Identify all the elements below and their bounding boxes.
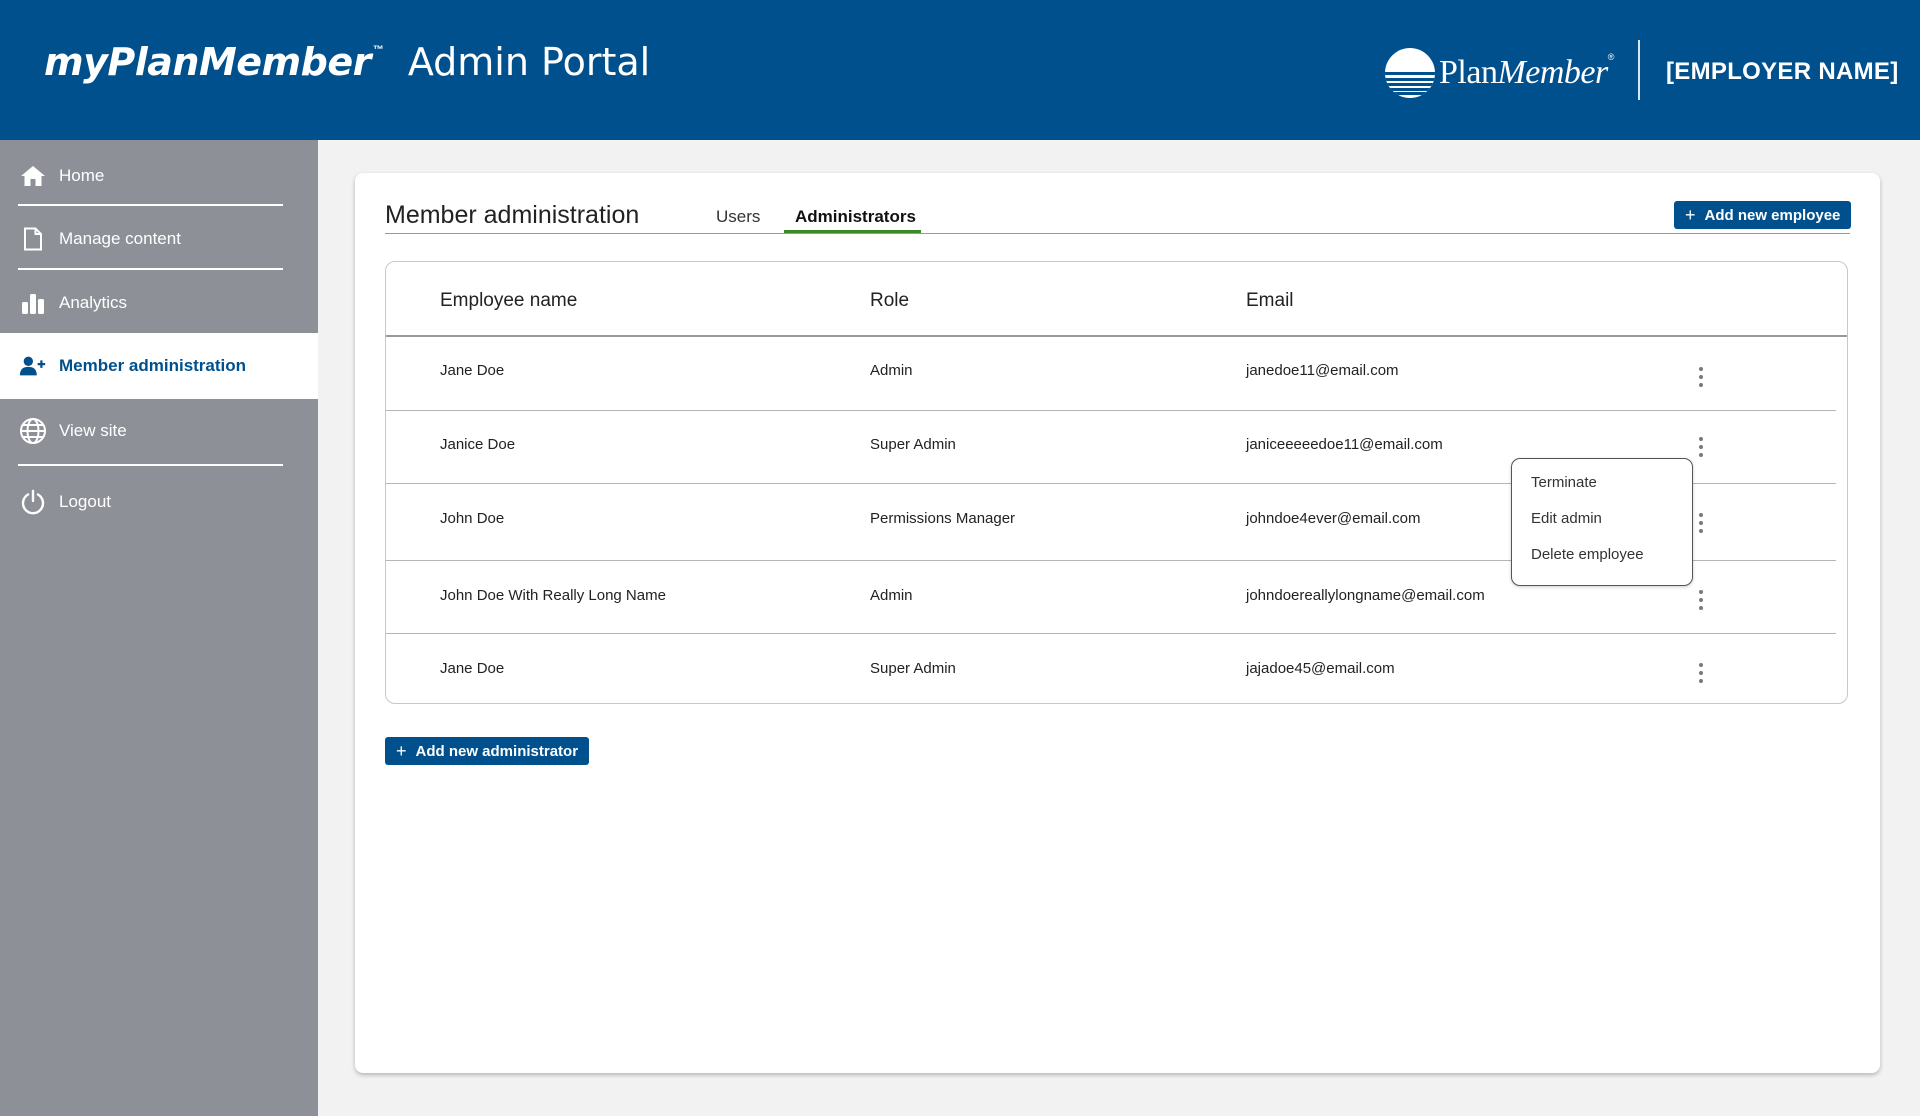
header-divider xyxy=(1638,40,1640,100)
sidebar-item-member-administration[interactable]: Member administration xyxy=(0,333,318,399)
sidebar-divider xyxy=(18,204,283,206)
table-row: Jane Doe Admin janedoe11@email.com xyxy=(386,337,1847,410)
sidebar-item-label: View site xyxy=(59,421,127,440)
cell-email: jajadoe45@email.com xyxy=(1246,660,1395,677)
trademark-mark: ™ xyxy=(372,44,384,56)
add-employee-button[interactable]: + Add new employee xyxy=(1674,201,1852,229)
bar-chart-icon xyxy=(19,289,47,317)
sidebar-item-label: Home xyxy=(59,166,105,185)
menu-item-delete-employee[interactable]: Delete employee xyxy=(1531,546,1644,563)
cell-role: Admin xyxy=(870,362,913,379)
brand-logo: myPlanMember ™ Admin Portal xyxy=(44,40,650,84)
cell-role: Permissions Manager xyxy=(870,510,1016,527)
row-actions-kebab-icon[interactable] xyxy=(1694,367,1708,387)
document-icon xyxy=(19,225,47,253)
row-actions-kebab-icon[interactable] xyxy=(1694,513,1708,533)
plus-icon: + xyxy=(1685,205,1696,225)
cell-employee-name: Jane Doe xyxy=(440,362,505,379)
row-actions-kebab-icon[interactable] xyxy=(1694,437,1708,457)
sidebar-item-label: Logout xyxy=(59,492,111,511)
column-header-role: Role xyxy=(870,290,910,311)
add-employee-label: Add new employee xyxy=(1704,206,1841,224)
page-title: Member administration xyxy=(385,201,640,229)
sidebar-item-label: Member administration xyxy=(59,356,247,375)
cell-role: Admin xyxy=(870,587,913,604)
add-administrator-button[interactable]: + Add new administrator xyxy=(385,737,590,765)
tab-administrators[interactable]: Administrators xyxy=(795,207,916,227)
table-row: Jane Doe Super Admin jajadoe45@email.com xyxy=(386,634,1847,704)
tab-users[interactable]: Users xyxy=(716,207,760,227)
planmember-logo: PlanMember ® xyxy=(1385,48,1614,98)
brand-name: myPlanMember xyxy=(44,40,371,84)
add-user-icon xyxy=(19,352,47,380)
menu-item-terminate[interactable]: Terminate xyxy=(1531,474,1597,491)
portal-title: Admin Portal xyxy=(407,40,651,84)
title-divider xyxy=(385,233,1850,234)
cell-email: janedoe11@email.com xyxy=(1246,362,1399,379)
cell-employee-name: John Doe With Really Long Name xyxy=(440,587,666,604)
menu-item-edit-admin[interactable]: Edit admin xyxy=(1531,510,1602,527)
sidebar: Home Manage content Analytics Member adm… xyxy=(0,140,318,1116)
sidebar-item-analytics[interactable]: Analytics xyxy=(0,280,318,326)
planmember-wordmark: PlanMember xyxy=(1439,54,1608,91)
sidebar-item-label: Analytics xyxy=(59,293,128,312)
cell-employee-name: Jane Doe xyxy=(440,660,505,677)
cell-employee-name: Janice Doe xyxy=(440,436,516,453)
planmember-globe-icon xyxy=(1385,48,1435,98)
sidebar-item-home[interactable]: Home xyxy=(0,153,318,199)
sidebar-item-label: Manage content xyxy=(59,229,181,248)
column-header-email: Email xyxy=(1246,290,1294,311)
sidebar-item-logout[interactable]: Logout xyxy=(0,479,318,525)
employer-name: [EMPLOYER NAME] xyxy=(1666,58,1899,85)
globe-icon xyxy=(19,417,47,445)
sidebar-item-manage-content[interactable]: Manage content xyxy=(0,216,318,262)
cell-employee-name: John Doe xyxy=(440,510,505,527)
registered-mark: ® xyxy=(1607,52,1615,62)
plus-icon: + xyxy=(396,741,407,761)
cell-email: johndoe4ever@email.com xyxy=(1246,510,1421,527)
row-actions-kebab-icon[interactable] xyxy=(1694,590,1708,610)
cell-role: Super Admin xyxy=(870,660,956,677)
cell-email: janiceeeeedoe11@email.com xyxy=(1246,436,1443,453)
sidebar-divider xyxy=(18,268,283,270)
row-actions-kebab-icon[interactable] xyxy=(1694,663,1708,683)
column-header-name: Employee name xyxy=(440,290,578,311)
sidebar-item-view-site[interactable]: View site xyxy=(0,408,318,454)
administrators-table: Employee name Role Email Jane Doe Admin … xyxy=(385,261,1848,704)
power-icon xyxy=(19,488,47,516)
sidebar-divider xyxy=(18,464,283,466)
row-actions-menu: Terminate Edit admin Delete employee xyxy=(1511,458,1693,586)
cell-role: Super Admin xyxy=(870,436,956,453)
add-administrator-label: Add new administrator xyxy=(415,742,579,760)
cell-email: johndoereallylongname@email.com xyxy=(1246,587,1485,604)
home-icon xyxy=(19,162,47,190)
top-header: myPlanMember ™ Admin Portal PlanMember ®… xyxy=(0,0,1920,140)
main-card: Member administration Users Administrato… xyxy=(355,173,1880,1073)
